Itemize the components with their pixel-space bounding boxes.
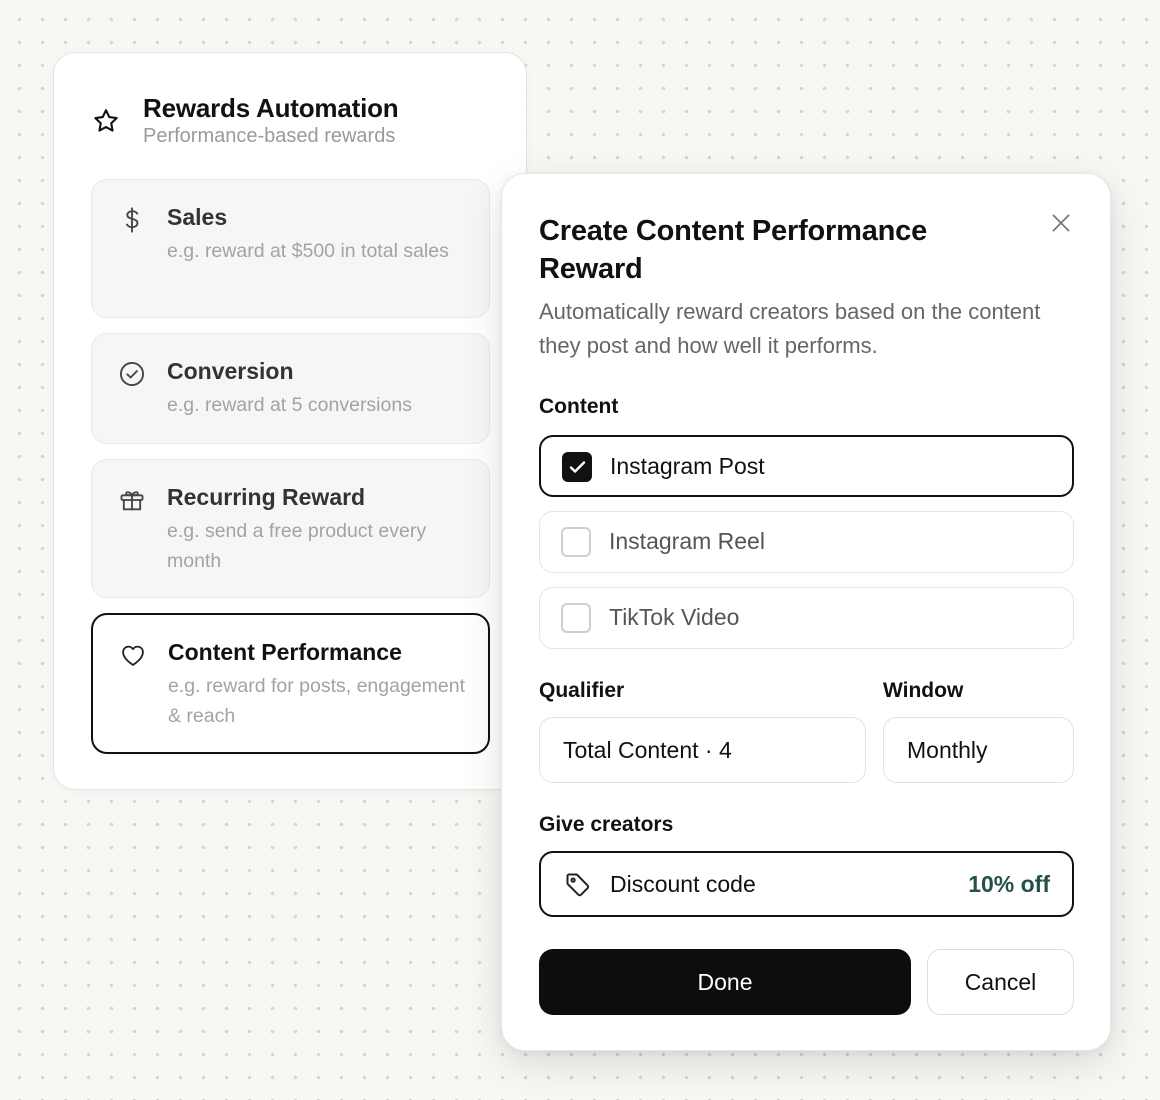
qualifier-label: Qualifier: [539, 679, 625, 702]
content-option-instagram-post[interactable]: Instagram Post: [539, 435, 1074, 497]
create-reward-modal: Create Content Performance Reward Automa…: [501, 173, 1111, 1051]
content-option-label: Instagram Post: [610, 453, 765, 479]
done-button[interactable]: Done: [539, 949, 911, 1015]
qualifier-value: Total Content · 4: [563, 737, 732, 763]
checkmark-icon: [569, 461, 586, 473]
content-option-instagram-reel[interactable]: Instagram Reel: [539, 511, 1074, 573]
check-circle-icon: [119, 361, 145, 387]
content-option-label: TikTok Video: [609, 604, 740, 630]
content-option-label: Instagram Reel: [609, 528, 765, 554]
option-description: e.g. send a free product every month: [167, 520, 427, 572]
gift-icon: [120, 491, 144, 511]
discount-value: 10% off: [968, 871, 1050, 897]
modal-description: Automatically reward creators based on t…: [539, 299, 1041, 358]
option-title: Recurring Reward: [167, 484, 366, 510]
option-content-performance[interactable]: Content Performance e.g. reward for post…: [91, 613, 490, 754]
window-label: Window: [883, 679, 964, 702]
content-label: Content: [539, 395, 619, 418]
give-creators-label: Give creators: [539, 813, 674, 836]
option-title: Content Performance: [168, 639, 402, 665]
panel-title: Rewards Automation: [143, 93, 399, 123]
cancel-button[interactable]: Cancel: [927, 949, 1074, 1015]
close-icon[interactable]: [1048, 210, 1074, 236]
window-value: Monthly: [907, 737, 988, 763]
discount-code-selector[interactable]: Discount code 10% off: [539, 851, 1074, 917]
checkbox-checked[interactable]: [562, 452, 592, 482]
content-option-tiktok-video[interactable]: TikTok Video: [539, 587, 1074, 649]
option-title: Sales: [167, 204, 228, 230]
tag-icon: [566, 873, 590, 897]
option-description: e.g. reward at $500 in total sales: [167, 240, 449, 262]
qualifier-select[interactable]: Total Content · 4: [539, 717, 866, 783]
give-type: Discount code: [610, 871, 756, 897]
option-sales[interactable]: Sales e.g. reward at $500 in total sales: [91, 179, 490, 318]
option-title: Conversion: [167, 358, 294, 384]
heart-icon: [122, 645, 144, 666]
panel-subtitle: Performance-based rewards: [143, 125, 396, 147]
modal-title: Create Content Performance Reward: [539, 215, 928, 285]
checkbox-unchecked[interactable]: [561, 527, 591, 557]
option-conversion[interactable]: Conversion e.g. reward at 5 conversions: [91, 333, 490, 444]
window-select[interactable]: Monthly: [883, 717, 1074, 783]
option-description: e.g. reward at 5 conversions: [167, 394, 412, 416]
rewards-automation-panel: Rewards Automation Performance-based rew…: [53, 52, 527, 790]
option-description: e.g. reward for posts, engagement & reac…: [168, 675, 466, 727]
checkbox-unchecked[interactable]: [561, 603, 591, 633]
dollar-icon: [126, 207, 139, 233]
option-recurring-reward[interactable]: Recurring Reward e.g. send a free produc…: [91, 459, 490, 598]
star-icon: [94, 109, 118, 132]
